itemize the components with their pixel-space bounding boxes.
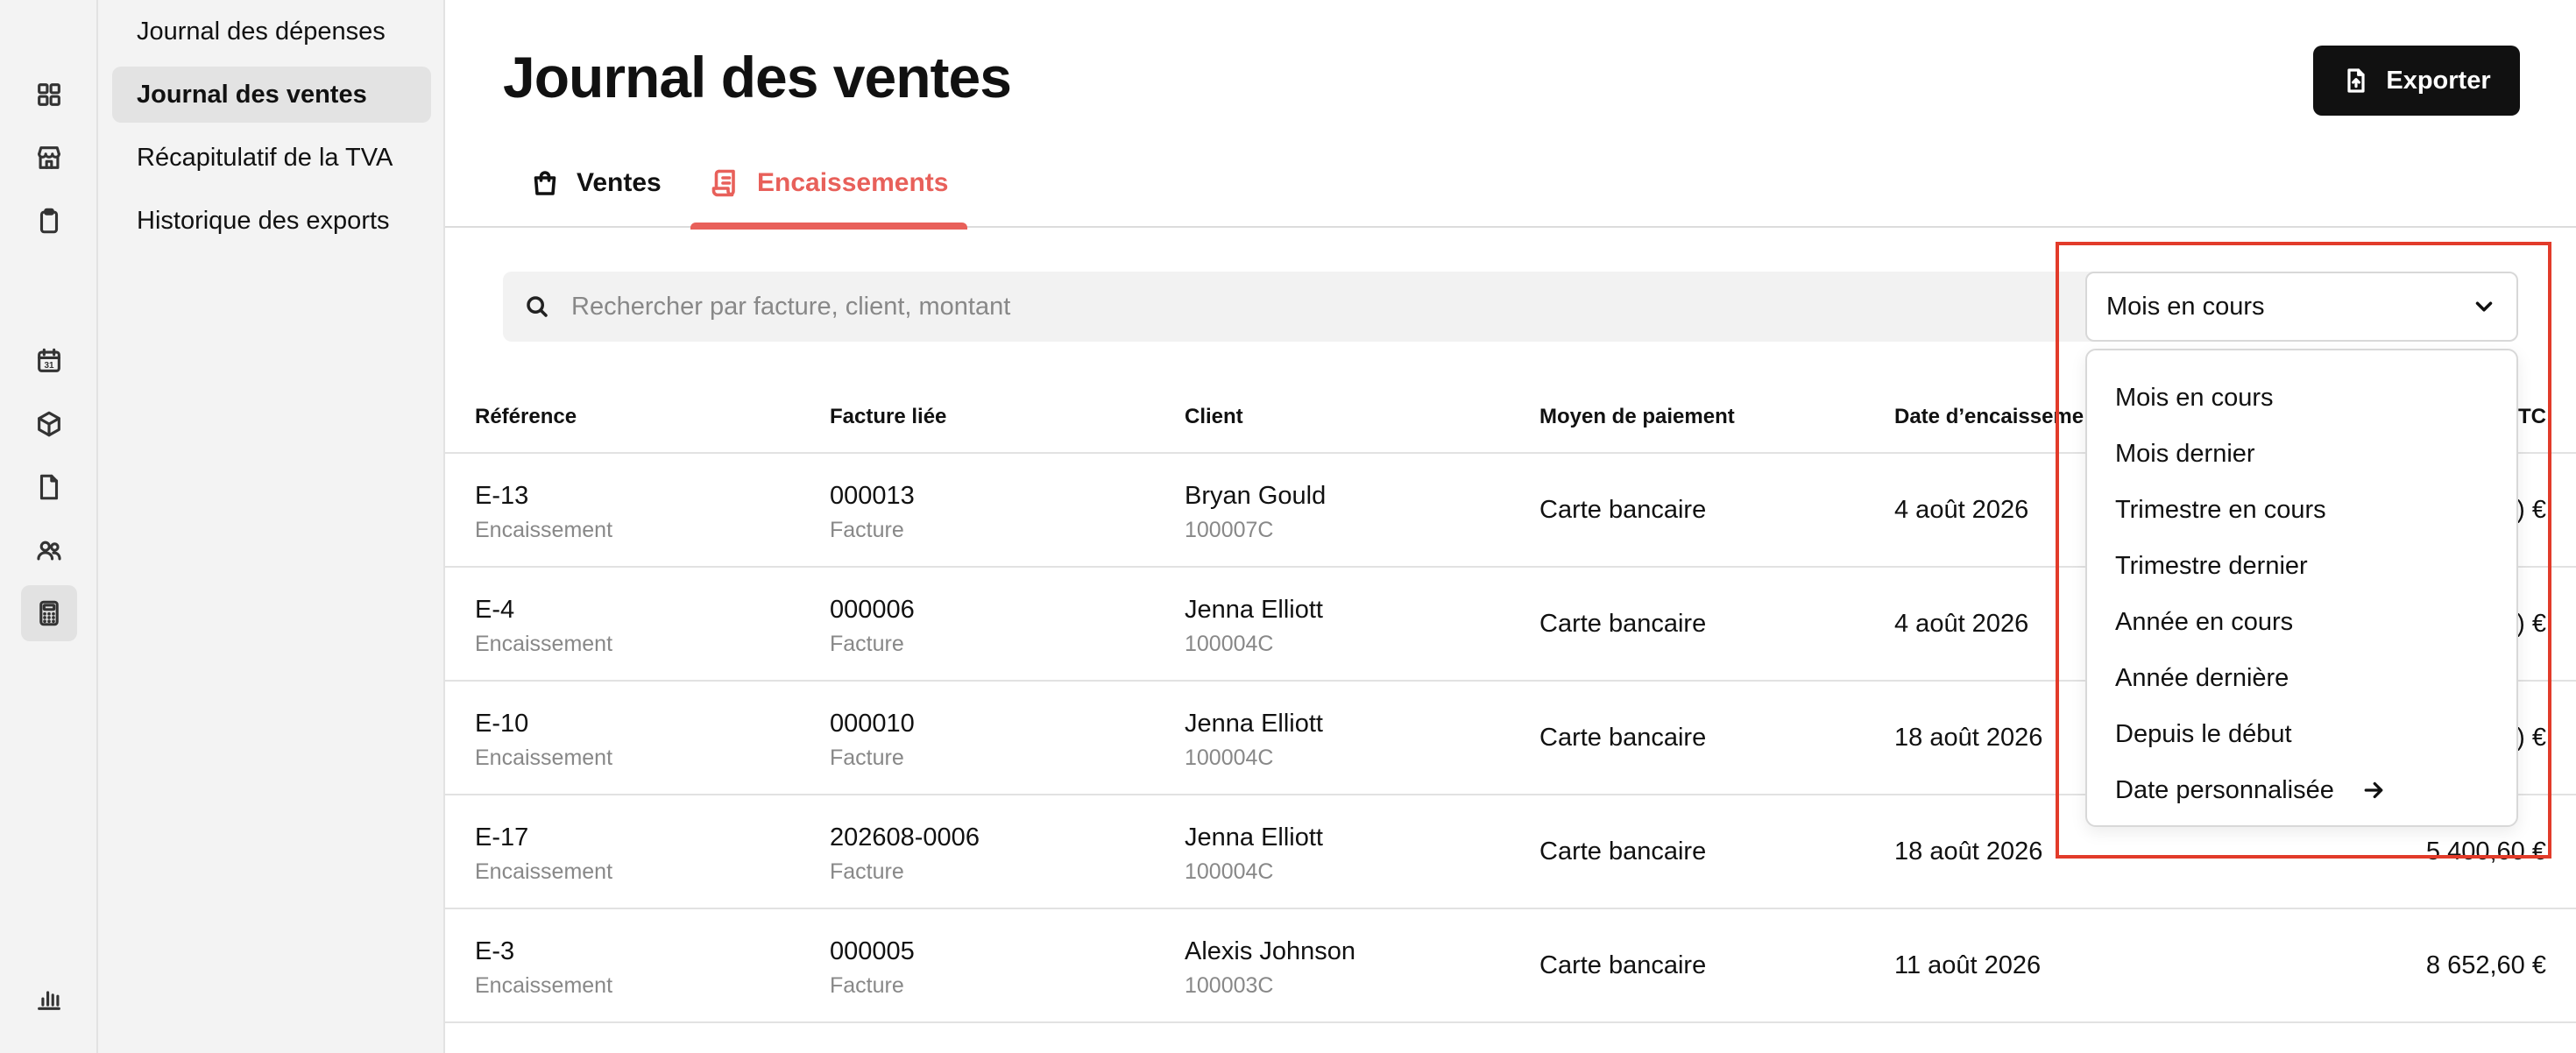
menu-item-depuis-le-debut[interactable]: Depuis le début (2087, 706, 2516, 762)
tab-label: Ventes (577, 168, 662, 197)
amount-cell: ) € (2516, 496, 2546, 524)
main-content: Journal des ventes Exporter Ventes Encai… (445, 0, 2576, 1053)
payment-cell: Carte bancaire (1539, 610, 1707, 638)
date-cell: 18 août 2026 (1894, 837, 2043, 866)
date-cell: 4 août 2026 (1894, 610, 2029, 638)
invoice-cell: 000006 Facture (830, 596, 915, 656)
sidebar-item-label: Historique des exports (137, 206, 390, 235)
sidebar-item-label: Journal des dépenses (137, 17, 386, 46)
payment-cell: Carte bancaire (1539, 837, 1707, 866)
sidebar-item-label: Journal des ventes (137, 80, 367, 109)
sidebar-item-journal-ventes[interactable]: Journal des ventes (112, 67, 431, 123)
reference-cell: E-13 Encaissement (475, 482, 613, 542)
reference-cell: E-3 Encaissement (475, 937, 613, 998)
date-cell: 4 août 2026 (1894, 496, 2029, 524)
date-cell: 18 août 2026 (1894, 724, 2043, 752)
payment-cell: Carte bancaire (1539, 496, 1707, 524)
payment-cell: Carte bancaire (1539, 724, 1707, 752)
search-bar (503, 272, 2220, 342)
period-select[interactable]: Mois en cours (2085, 272, 2518, 342)
receipt-icon (711, 169, 735, 197)
icon-rail: 31 (0, 0, 98, 1053)
column-header-reference[interactable]: Référence (475, 405, 577, 429)
secondary-sidebar: Journal des dépenses Journal des ventes … (98, 0, 445, 1053)
invoice-cell: 000010 Facture (830, 710, 915, 770)
page-title: Journal des ventes (503, 45, 1012, 110)
tab-bar: Ventes Encaissements (445, 140, 2576, 230)
sidebar-item-label: Récapitulatif de la TVA (137, 143, 393, 172)
calculator-icon[interactable] (21, 585, 77, 641)
tab-label: Encaissements (757, 168, 949, 197)
svg-text:31: 31 (44, 361, 54, 371)
period-dropdown-menu: Mois en cours Mois dernier Trimestre en … (2085, 349, 2518, 827)
users-icon[interactable] (21, 522, 77, 578)
search-icon (527, 296, 548, 317)
menu-item-annee-derniere[interactable]: Année dernière (2087, 650, 2516, 706)
column-header-facture-liee[interactable]: Facture liée (830, 405, 946, 429)
menu-item-trimestre-dernier[interactable]: Trimestre dernier (2087, 538, 2516, 594)
column-header-moyen-paiement[interactable]: Moyen de paiement (1539, 405, 1735, 429)
amount-cell: ) € (2516, 724, 2546, 752)
column-header-montant-ttc[interactable]: TC (2518, 405, 2546, 429)
invoice-cell: 202608-0006 Facture (830, 823, 980, 884)
invoice-cell: 000005 Facture (830, 937, 915, 998)
reference-cell: E-17 Encaissement (475, 823, 613, 884)
file-upload-icon (2347, 68, 2365, 93)
tab-ventes[interactable]: Ventes (506, 156, 681, 228)
payment-cell: Carte bancaire (1539, 951, 1707, 979)
invoice-cell: 000013 Facture (830, 482, 915, 542)
clipboard-icon[interactable] (21, 193, 77, 249)
client-cell: Jenna Elliott 100004C (1185, 710, 1323, 770)
store-icon[interactable] (21, 130, 77, 186)
column-header-client[interactable]: Client (1185, 405, 1243, 429)
client-cell: Jenna Elliott 100004C (1185, 823, 1323, 884)
column-header-date-encaissement[interactable]: Date d’encaisseme (1894, 405, 2084, 429)
chevron-down-icon (2475, 301, 2493, 312)
dashboard-icon[interactable] (21, 67, 77, 123)
menu-item-mois-dernier[interactable]: Mois dernier (2087, 426, 2516, 482)
shopping-bag-icon (534, 171, 556, 195)
sidebar-item-journal-depenses[interactable]: Journal des dépenses (112, 4, 431, 60)
export-button[interactable]: Exporter (2313, 46, 2520, 116)
document-icon[interactable] (21, 459, 77, 515)
amount-cell: ) € (2516, 610, 2546, 638)
menu-item-trimestre-en-cours[interactable]: Trimestre en cours (2087, 482, 2516, 538)
sidebar-item-recapitulatif-tva[interactable]: Récapitulatif de la TVA (112, 130, 431, 186)
table-row[interactable]: E-3 Encaissement 000005 Facture Alexis Joh… (445, 909, 2576, 1023)
calendar-icon[interactable]: 31 (21, 333, 77, 389)
chart-icon[interactable] (21, 971, 77, 1027)
menu-item-mois-en-cours[interactable]: Mois en cours (2087, 370, 2516, 426)
arrow-right-icon (2364, 781, 2383, 799)
menu-item-annee-en-cours[interactable]: Année en cours (2087, 594, 2516, 650)
date-cell: 11 août 2026 (1894, 951, 2042, 979)
client-cell: Jenna Elliott 100004C (1185, 596, 1323, 656)
tab-encaissements[interactable]: Encaissements (690, 156, 968, 230)
client-cell: Bryan Gould 100007C (1185, 482, 1327, 542)
export-button-label: Exporter (2386, 66, 2491, 95)
reference-cell: E-10 Encaissement (475, 710, 613, 770)
period-select-value: Mois en cours (2106, 292, 2265, 321)
reference-cell: E-4 Encaissement (475, 596, 613, 656)
menu-item-date-personnalisee[interactable]: Date personnalisée (2087, 762, 2516, 818)
amount-cell: 8 652,60 € (2425, 951, 2546, 979)
client-cell: Alexis Johnson 100003C (1185, 937, 1356, 998)
amount-cell: 5 400,60 € (2425, 837, 2546, 866)
box-icon[interactable] (21, 396, 77, 452)
search-input[interactable] (571, 292, 2061, 322)
sidebar-item-historique-exports[interactable]: Historique des exports (112, 193, 431, 249)
